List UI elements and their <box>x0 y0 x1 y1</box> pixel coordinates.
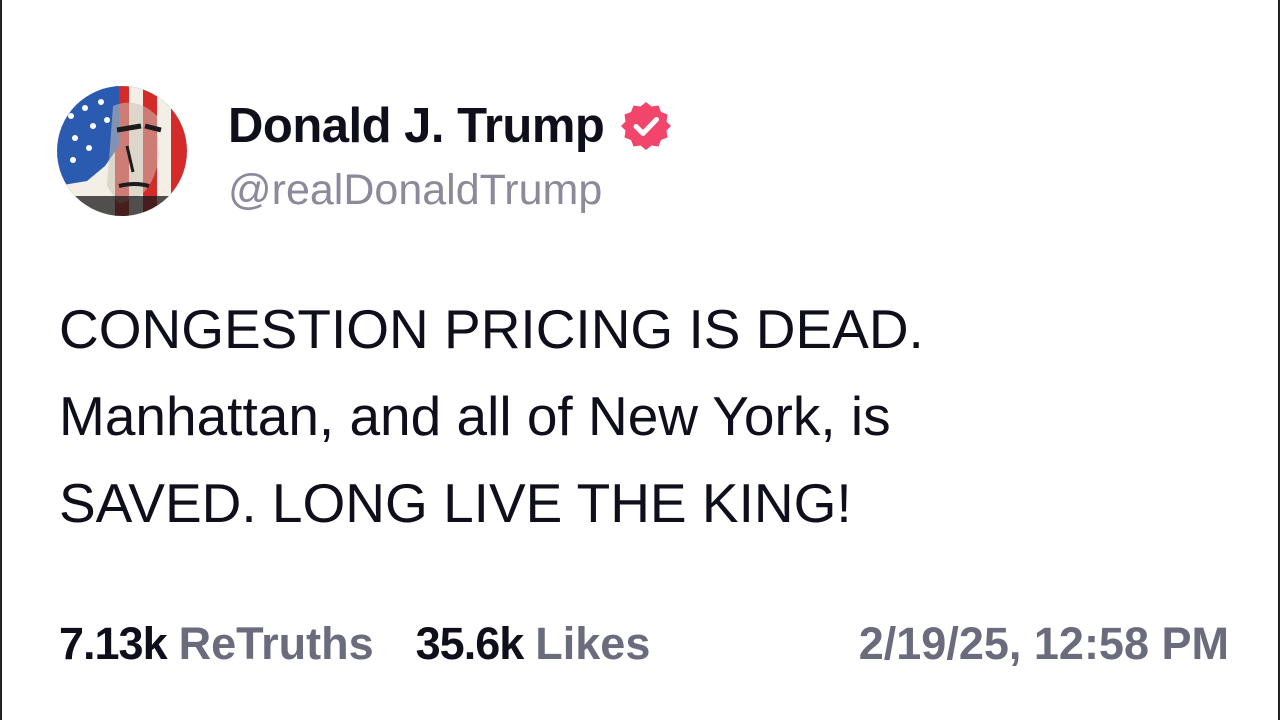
name-row: Donald J. Trump <box>228 96 672 156</box>
post-text-line: CONGESTION PRICING IS DEAD. <box>59 298 924 360</box>
post-stats: 7.13k ReTruths 35.6k Likes 2/19/25, 12:5… <box>59 614 1229 674</box>
likes-stat[interactable]: 35.6k Likes <box>416 618 651 670</box>
post-text-line: SAVED. LONG LIVE THE KING! <box>59 472 852 534</box>
display-name[interactable]: Donald J. Trump <box>228 98 605 154</box>
avatar-image <box>57 86 187 216</box>
user-handle[interactable]: @realDonaldTrump <box>228 166 602 215</box>
retruths-stat[interactable]: 7.13k ReTruths <box>59 618 374 670</box>
post-card: Donald J. Trump @realDonaldTrump CONGEST… <box>0 0 1280 720</box>
retruths-label: ReTruths <box>178 618 374 669</box>
retruths-count: 7.13k <box>59 618 168 669</box>
post-timestamp[interactable]: 2/19/25, 12:58 PM <box>859 618 1229 670</box>
likes-count: 35.6k <box>415 618 525 669</box>
likes-label: Likes <box>535 618 651 669</box>
post-text: CONGESTION PRICING IS DEAD. Manhattan, a… <box>59 286 1239 547</box>
profile-avatar[interactable] <box>57 86 187 216</box>
post-text-line: Manhattan, and all of New York, is <box>59 385 891 447</box>
verified-badge-icon <box>620 100 672 152</box>
